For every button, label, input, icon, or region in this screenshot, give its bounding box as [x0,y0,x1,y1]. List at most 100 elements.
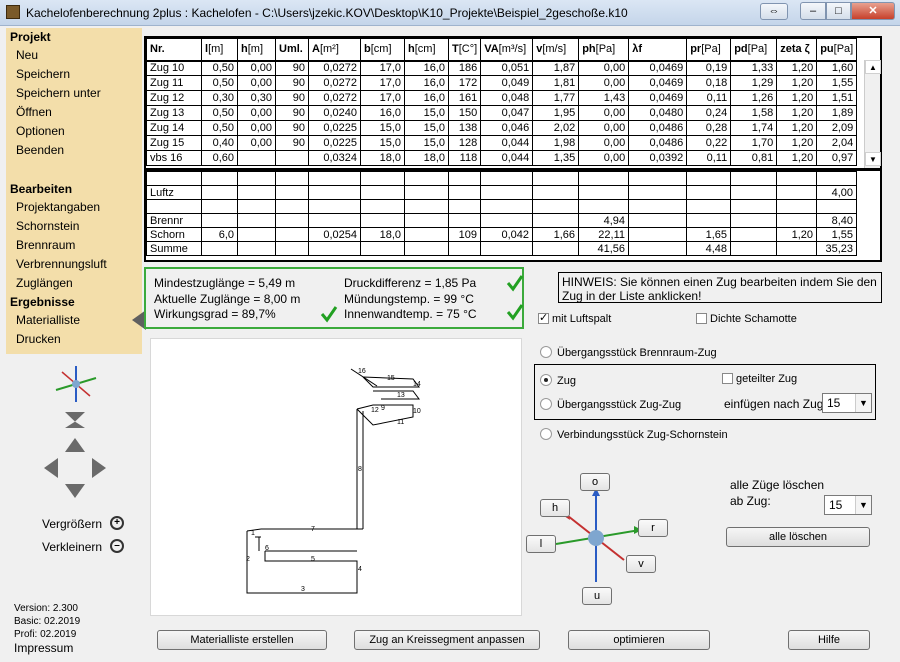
sidebar-item-neu[interactable]: Neu [6,46,142,65]
sidebar-item-zuglaengen[interactable]: Zuglängen [6,274,142,293]
radio-uebergang-zug-zug[interactable]: Übergangsstück Zug-Zug [540,398,681,411]
table-row[interactable]: Zug 11 0,50 0,00 90 0,0272 17,0 16,0 172 0,049 1,… [146,75,858,91]
sidebar-item-oeffnen[interactable]: Öffnen [6,103,142,122]
summary-row[interactable]: Brennr 4,94 8,40 [146,213,857,228]
close-button[interactable]: ✕ [851,2,895,20]
table-row[interactable]: Zug 10 0,50 0,00 90 0,0272 17,0 16,0 186 0,051 1,… [146,60,858,76]
table-cell: Zug 12 [146,90,202,106]
window-title: Kachelofenberechnung 2plus : Kachelofen … [26,6,628,20]
table-row[interactable]: Zug 13 0,50 0,00 90 0,0240 16,0 15,0 150 0,047 1,… [146,105,858,121]
summary-row[interactable]: Summe 41,56 4,48 35,23 [146,241,857,256]
arrow-right-icon[interactable] [92,458,106,478]
table-cell: Zug 10 [146,60,202,76]
scroll-up-icon[interactable]: ▲ [865,60,881,74]
zoom-out-label: Verkleinern [42,540,103,554]
sidebar-item-projektangaben[interactable]: Projektangaben [6,198,142,217]
einfuegen-nach-zug-select[interactable]: 15 ▼ [822,393,872,413]
table-cell: 16,0 [404,60,449,76]
sidebar-item-speichern[interactable]: Speichern [6,65,142,84]
loeschen-ab-zug-select[interactable]: 15 ▼ [824,495,872,515]
drawing-label-5: 5 [311,556,315,563]
table-cell: 90 [275,60,309,76]
summary-row[interactable] [146,171,857,186]
schamotte-checkbox[interactable]: Dichte Schamotte [696,313,797,325]
kreissegment-button[interactable]: Zug an Kreissegment anpassen [354,630,540,650]
move-down-stop-icon[interactable] [65,412,85,428]
zoom-out-icon[interactable]: – [110,539,124,553]
table-cell: 1,20 [776,120,818,136]
impressum-link[interactable]: Impressum [14,641,73,655]
arrow-left-icon[interactable] [44,458,58,478]
table-row[interactable]: Zug 15 0,40 0,00 90 0,0225 15,0 15,0 128 0,044 1,… [146,135,858,151]
sidebar-item-speichern-unter[interactable]: Speichern unter [6,84,142,103]
radio-brennraum-zug[interactable]: Übergangsstück Brennraum-Zug [540,346,717,359]
header-name: A [312,43,320,56]
radio-uebergang-dot[interactable] [540,398,552,410]
direction-h-button[interactable]: h [540,499,570,517]
sidebar-item-drucken[interactable]: Drucken [6,330,142,349]
direction-v-button[interactable]: v [626,555,656,573]
zoom-out-control[interactable]: Verkleinern – [42,539,124,554]
direction-l-button[interactable]: l [526,535,556,553]
table-cell: 0,0240 [308,105,361,121]
direction-o-button[interactable]: o [580,473,610,491]
schamotte-checkbox-box[interactable] [696,313,707,324]
radio-brennraum-dot[interactable] [540,346,552,358]
rotate-view-icon[interactable] [54,364,98,404]
summary-row[interactable]: Schorn 6,0 0,0254 18,0 109 0,042 1,66 22,11 1,65… [146,227,857,242]
app-icon [6,5,20,19]
arrow-down-icon[interactable] [65,484,85,498]
table-cell: 1,43 [578,90,630,106]
sidebar-item-schornstein[interactable]: Schornstein [6,217,142,236]
chevron-down-icon[interactable]: ▼ [855,496,871,514]
alle-loeschen-button[interactable]: alle löschen [726,527,870,547]
hilfe-button[interactable]: Hilfe [788,630,870,650]
table-cell: 18,0 [360,150,405,166]
table-cell: 1,20 [776,150,818,166]
arrow-up-icon[interactable] [65,438,85,452]
sidebar-item-materialliste[interactable]: Materialliste [6,311,142,330]
table-row[interactable]: vbs 16 0,60 0,0324 18,0 18,0 118 0,044 1,35 0,00… [146,150,858,166]
table-cell [730,213,777,228]
optimieren-button[interactable]: optimieren [568,630,710,650]
sidebar-item-brennraum[interactable]: Brennraum [6,236,142,255]
table-cell: 1,70 [730,135,778,151]
materialliste-erstellen-button[interactable]: Materialliste erstellen [157,630,327,650]
table-row[interactable]: Zug 12 0,30 0,30 90 0,0272 17,0 16,0 161 0,048 1,… [146,90,858,106]
radio-verbindung-zug-schornstein[interactable]: Verbindungsstück Zug-Schornstein [540,428,728,441]
table-cell: 0,22 [686,135,732,151]
zoom-in-control[interactable]: Vergrößern + [42,516,124,531]
radio-verbindung-dot[interactable] [540,428,552,440]
table-cell: 1,98 [532,135,580,151]
luftspalt-checkbox-box[interactable] [538,311,549,324]
minimize-button[interactable]: – [800,2,826,20]
table-scrollbar[interactable]: ▲ ▼ [864,60,881,168]
direction-u-button[interactable]: u [582,587,612,605]
zoom-in-icon[interactable]: + [110,516,124,530]
mindestzuglaenge-value: Mindestzuglänge = 5,49 m [154,276,296,290]
table-cell [201,171,238,186]
scroll-down-icon[interactable]: ▼ [865,152,881,166]
chevron-down-icon[interactable]: ▼ [855,394,871,412]
sidebar-item-optionen[interactable]: Optionen [6,122,142,141]
swap-icon[interactable]: ⇔ [760,3,788,20]
sidebar-item-verbrennungsluft[interactable]: Verbrennungsluft [6,255,142,274]
table-cell: 0,044 [480,150,534,166]
geteilter-zug-checkbox[interactable]: geteilter Zug [722,373,797,385]
radio-zug[interactable]: Zug [540,374,576,387]
summary-row[interactable] [146,199,857,214]
table-row[interactable]: Zug 14 0,50 0,00 90 0,0225 15,0 15,0 138 0,046 2,… [146,120,858,136]
summary-row[interactable]: Luftz 4,00 [146,185,857,200]
direction-r-button[interactable]: r [638,519,668,537]
geteilter-zug-box[interactable] [722,373,733,384]
table-cell: 172 [447,75,482,91]
luftspalt-checkbox[interactable]: mit Luftspalt [538,311,611,325]
sidebar-heading-projekt: Projekt [10,30,51,44]
table-cell: 0,30 [237,90,276,106]
radio-zug-dot[interactable] [540,374,552,386]
table-cell: 2,02 [532,120,580,136]
maximize-button[interactable]: □ [826,2,851,20]
zug-drawing-canvas[interactable]: 16 15 14 13 12 9 10 11 8 7 1 6 5 4 2 3 [150,338,522,616]
table-cell: 0,00 [578,135,630,151]
sidebar-item-beenden[interactable]: Beenden [6,141,142,160]
